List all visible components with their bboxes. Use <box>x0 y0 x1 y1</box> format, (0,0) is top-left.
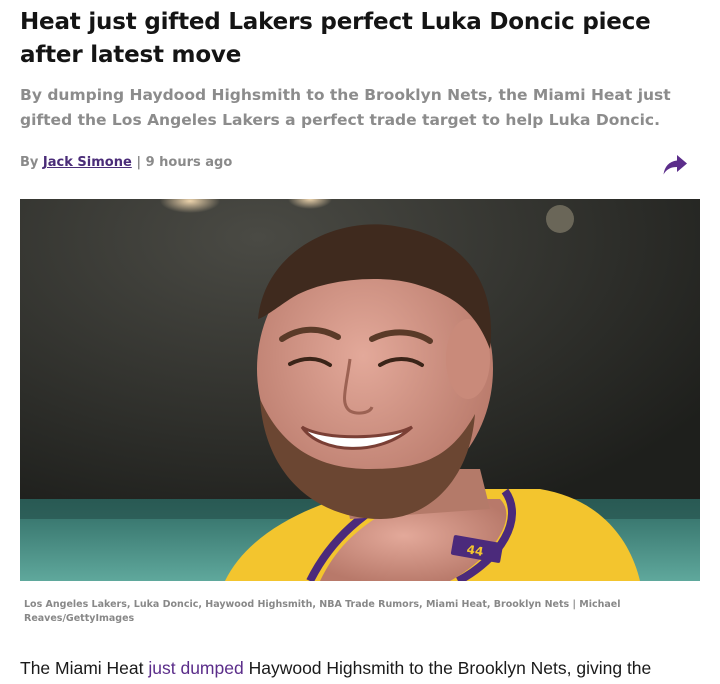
article-dek: By dumping Haydood Highsmith to the Broo… <box>20 86 671 129</box>
author-link[interactable]: Jack Simone <box>43 155 132 170</box>
image-caption: Los Angeles Lakers, Luka Doncic, Haywood… <box>24 599 621 624</box>
article-headline: Heat just gifted Lakers perfect Luka Don… <box>20 9 651 68</box>
luka-doncic-photo: 44 <box>20 199 700 581</box>
byline: By Jack Simone | 9 hours ago <box>20 155 232 170</box>
share-button[interactable] <box>662 153 688 177</box>
article: Heat just gifted Lakers perfect Luka Don… <box>0 0 720 684</box>
share-arrow-icon <box>663 155 687 175</box>
body-text-end: Haywood Highsmith to the Brooklyn Nets, … <box>243 658 652 678</box>
hero-image: 44 <box>20 199 700 581</box>
publish-time: 9 hours ago <box>145 155 233 170</box>
body-text-start: The Miami Heat <box>20 658 149 678</box>
svg-text:44: 44 <box>466 542 485 559</box>
byline-separator: | <box>136 155 142 170</box>
article-body-paragraph: The Miami Heat just dumped Haywood Highs… <box>20 655 720 681</box>
byline-prefix: By <box>20 155 39 170</box>
just-dumped-link[interactable]: just dumped <box>148 658 243 678</box>
